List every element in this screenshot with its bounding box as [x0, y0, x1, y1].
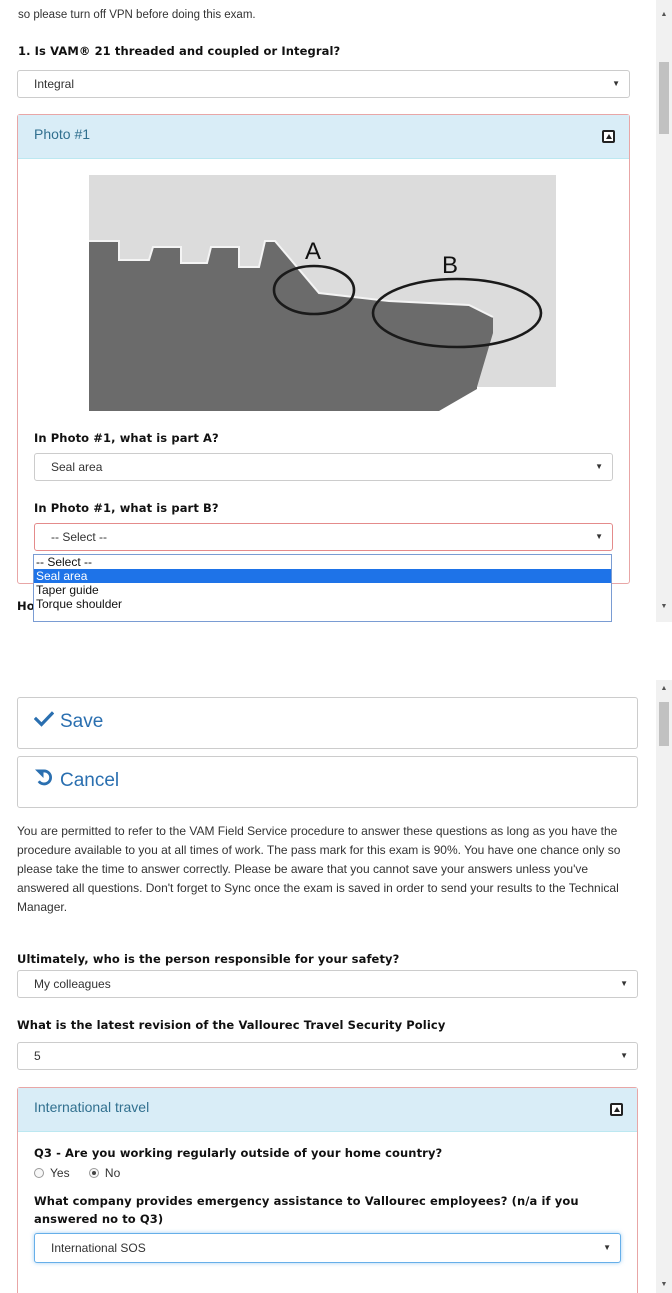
- photo-1-panel: Photo #1 A B In Photo #1, what is part A…: [17, 114, 630, 584]
- photo-1-panel-header[interactable]: Photo #1: [18, 115, 629, 159]
- dropdown-option[interactable]: -- Select --: [34, 555, 611, 569]
- safety-question-label: Ultimately, who is the person responsibl…: [17, 952, 400, 966]
- marker-b: B: [442, 252, 458, 279]
- caret-down-icon: ▼: [603, 1243, 611, 1252]
- scroll-down-arrow-icon[interactable]: ▼: [656, 600, 672, 614]
- exam-form-top-view: so please turn off VPN before doing this…: [0, 0, 672, 622]
- exam-instructions: You are permitted to refer to the VAM Fi…: [17, 824, 621, 914]
- scrollbar-thumb[interactable]: [659, 702, 669, 746]
- scroll-up-arrow-icon[interactable]: ▲: [656, 8, 672, 22]
- policy-value: 5: [34, 1049, 41, 1063]
- check-icon: [33, 698, 55, 746]
- question-1-label: 1. Is VAM® 21 threaded and coupled or In…: [18, 44, 341, 58]
- scroll-down-arrow-icon[interactable]: ▼: [656, 1278, 672, 1292]
- safety-select[interactable]: My colleagues ▼: [17, 970, 638, 998]
- q3-no-option[interactable]: No: [88, 1166, 121, 1180]
- international-travel-panel: International travel Q3 - Are you workin…: [17, 1087, 638, 1293]
- scrollbar-thumb[interactable]: [659, 62, 669, 134]
- question-1-select[interactable]: Integral ▼: [17, 70, 630, 98]
- save-label: Save: [60, 711, 104, 732]
- scroll-up-arrow-icon[interactable]: ▲: [656, 682, 672, 696]
- cancel-button[interactable]: Cancel: [17, 756, 638, 808]
- caret-down-icon: ▼: [612, 79, 620, 88]
- international-travel-panel-title: International travel: [34, 1099, 150, 1115]
- radio-yes[interactable]: [34, 1168, 44, 1178]
- part-a-select[interactable]: Seal area ▼: [34, 453, 613, 481]
- caret-down-icon: ▼: [595, 532, 603, 541]
- dropdown-option[interactable]: Taper guide: [34, 583, 611, 597]
- caret-down-icon: ▼: [620, 1051, 628, 1060]
- q3-label: Q3 - Are you working regularly outside o…: [34, 1146, 443, 1160]
- scrollbar-bottom-pane[interactable]: ▲ ▼: [656, 680, 672, 1293]
- q3-no-label: No: [104, 1166, 121, 1180]
- marker-a: A: [305, 238, 321, 265]
- intro-text-tail: so please turn off VPN before doing this…: [18, 9, 256, 21]
- dropdown-option-highlighted[interactable]: Seal area: [34, 569, 611, 583]
- policy-question-label: What is the latest revision of the Vallo…: [17, 1018, 446, 1032]
- safety-value: My colleagues: [34, 977, 111, 991]
- international-travel-panel-header[interactable]: International travel: [18, 1088, 637, 1132]
- q3-radio-group: Yes No: [34, 1166, 120, 1180]
- part-b-question-label: In Photo #1, what is part B?: [34, 501, 219, 515]
- part-a-value: Seal area: [51, 460, 103, 474]
- cancel-label: Cancel: [60, 770, 120, 791]
- part-a-question-label: In Photo #1, what is part A?: [34, 431, 219, 445]
- part-b-select[interactable]: -- Select -- ▼: [34, 523, 613, 551]
- caret-down-icon: ▼: [595, 462, 603, 471]
- assistance-question-label: What company provides emergency assistan…: [34, 1194, 579, 1226]
- caret-down-icon: ▼: [620, 979, 628, 988]
- part-b-dropdown-list: -- Select -- Seal area Taper guide Torqu…: [33, 554, 612, 622]
- dropdown-option[interactable]: Torque shoulder: [34, 597, 611, 611]
- save-button[interactable]: Save: [17, 697, 638, 749]
- scrollbar-top-pane[interactable]: ▲ ▼: [656, 0, 672, 622]
- photo-1-image: A B: [89, 175, 556, 411]
- part-b-value: -- Select --: [51, 530, 108, 544]
- undo-icon: [34, 757, 54, 805]
- q3-yes-option[interactable]: Yes: [34, 1166, 70, 1180]
- collapse-up-icon[interactable]: [602, 130, 615, 143]
- photo-1-panel-title: Photo #1: [34, 126, 91, 142]
- radio-no[interactable]: [88, 1168, 99, 1178]
- exam-form-bottom-view: Save Cancel You are permitted to refer t…: [0, 680, 672, 1293]
- question-1-value: Integral: [34, 77, 75, 91]
- collapse-up-icon[interactable]: [610, 1103, 623, 1116]
- assistance-select[interactable]: International SOS ▼: [34, 1233, 621, 1263]
- q3-yes-label: Yes: [50, 1166, 70, 1180]
- assistance-value: International SOS: [51, 1241, 146, 1255]
- policy-select[interactable]: 5 ▼: [17, 1042, 638, 1070]
